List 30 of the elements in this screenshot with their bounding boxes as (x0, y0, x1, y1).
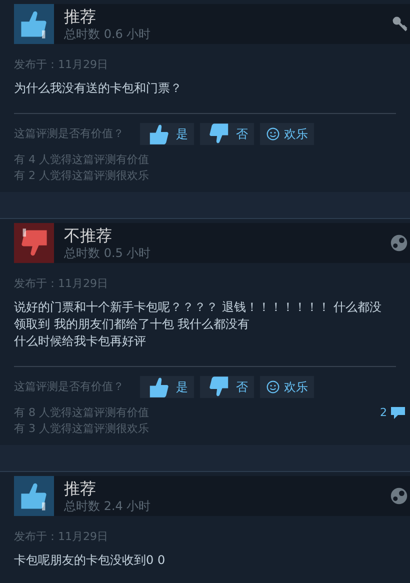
review-text: 卡包呢朋友的卡包没收到0 0 (14, 552, 166, 569)
smiley-icon (266, 380, 280, 394)
vote-button[interactable]: 是 (140, 123, 194, 145)
helpful-count: 有 2 人觉得这篇评测很欢乐 (14, 168, 150, 184)
review-verdict: 推荐 (64, 6, 97, 26)
vote-button[interactable]: 欢乐 (260, 123, 314, 145)
comment-count: 2 (380, 405, 387, 421)
review-verdict: 推荐 (64, 478, 97, 498)
review-verdict: 不推荐 (64, 226, 113, 246)
vote-button[interactable]: 否 (200, 376, 254, 398)
review-text: 为什么我没有送的卡包和门票？ (14, 80, 183, 97)
review-text: 什么时候给我卡包再好评 (14, 333, 147, 350)
vote-button[interactable]: 是 (140, 376, 194, 398)
playtime: 总时数 0.5 小时 (64, 246, 152, 260)
post-date: 发布于：11月29日 (14, 529, 109, 545)
vote-prompt: 这篇评测是否有价值？ (14, 126, 124, 142)
review-text: 说好的门票和十个新手卡包呢？？？？ 退钱！！！！！！！ 什么都没领取到 我的朋友们都给了十包 我什么都没有 (14, 299, 383, 333)
vote-button[interactable]: 欢乐 (260, 376, 314, 398)
post-date: 发布于：11月29日 (14, 57, 109, 73)
helpful-count: 有 3 人觉得这篇评测很欢乐 (14, 421, 150, 437)
post-date: 发布于：11月29日 (14, 276, 109, 292)
vote-button[interactable]: 否 (200, 123, 254, 145)
helpful-count: 有 8 人觉得这篇评测有价值 (14, 405, 150, 421)
key-icon (392, 16, 408, 32)
speech-bubble-icon (390, 406, 406, 420)
vote-prompt: 这篇评测是否有价值？ (14, 378, 124, 395)
helpful-count: 有 4 人觉得这篇评测有价值 (14, 152, 150, 168)
playtime: 总时数 2.4 小时 (64, 498, 152, 514)
smiley-icon (266, 127, 280, 141)
playtime: 总时数 0.6 小时 (64, 26, 152, 42)
